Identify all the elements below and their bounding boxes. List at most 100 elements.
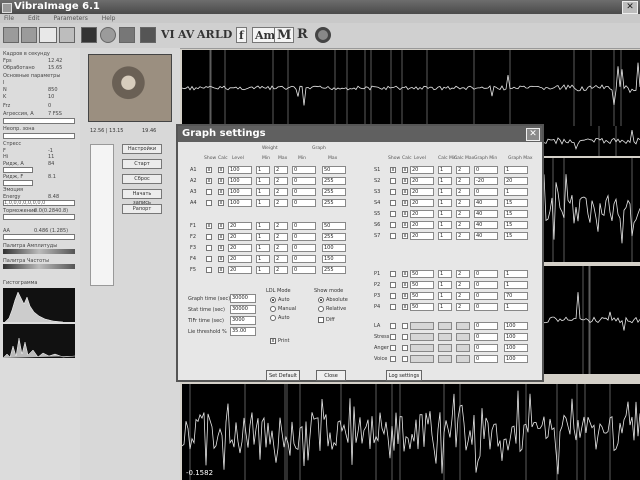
vi-button[interactable]: VI [161, 27, 175, 43]
ldl-manual-radio[interactable] [270, 306, 276, 312]
f2-w1-input[interactable]: 1 [256, 233, 270, 241]
s3-c2-input[interactable]: 2 [456, 188, 470, 196]
stat-time-input[interactable]: 30000 [230, 305, 256, 314]
s1-c1-input[interactable]: 1 [438, 166, 452, 174]
settings-button[interactable]: Настройки [122, 144, 162, 154]
f5-w2-input[interactable]: 2 [274, 266, 288, 274]
s6-g2-input[interactable]: 15 [504, 221, 528, 229]
a3-calc-checkbox[interactable]: x [218, 189, 224, 195]
settings-icon[interactable] [39, 27, 57, 43]
p4-c1-input[interactable]: 1 [438, 303, 452, 311]
s7-show-checkbox[interactable] [390, 233, 396, 239]
s2-calc-checkbox[interactable]: x [402, 178, 408, 184]
menu-help[interactable]: Help [102, 14, 116, 23]
s5-calc-checkbox[interactable]: x [402, 211, 408, 217]
a3-show-checkbox[interactable] [206, 189, 212, 195]
start-recording-button[interactable]: Начать запись [122, 189, 162, 206]
s6-g1-input[interactable]: 40 [474, 221, 498, 229]
f4-w2-input[interactable]: 2 [274, 255, 288, 263]
graph-time-input[interactable]: 30000 [230, 294, 256, 303]
l3-c2-input[interactable] [456, 344, 470, 352]
s1-c2-input[interactable]: 2 [456, 166, 470, 174]
p2-show-checkbox[interactable] [390, 282, 396, 288]
p2-level-input[interactable]: 50 [410, 281, 434, 289]
f1-calc-checkbox[interactable]: x [218, 223, 224, 229]
film-icon[interactable] [59, 27, 75, 43]
p3-calc-checkbox[interactable]: x [402, 293, 408, 299]
save-icon[interactable] [3, 27, 19, 43]
show-relative-radio[interactable] [318, 306, 324, 312]
s2-c2-input[interactable]: 2 [456, 177, 470, 185]
s4-g1-input[interactable]: 40 [474, 199, 498, 207]
a1-g2-input[interactable]: 50 [322, 166, 346, 174]
l3-show-checkbox[interactable] [390, 345, 396, 351]
f2-g2-input[interactable]: 255 [322, 233, 346, 241]
s6-calc-checkbox[interactable]: x [402, 222, 408, 228]
s7-calc-checkbox[interactable]: x [402, 233, 408, 239]
l4-g1-input[interactable]: 0 [474, 355, 498, 363]
l4-g2-input[interactable]: 100 [504, 355, 528, 363]
s4-c1-input[interactable]: 1 [438, 199, 452, 207]
s3-c1-input[interactable]: 1 [438, 188, 452, 196]
l1-c2-input[interactable] [456, 322, 470, 330]
f5-w1-input[interactable]: 1 [256, 266, 270, 274]
s6-show-checkbox[interactable] [390, 222, 396, 228]
f5-g1-input[interactable]: 0 [292, 266, 316, 274]
p4-level-input[interactable]: 50 [410, 303, 434, 311]
p4-g2-input[interactable]: 1 [504, 303, 528, 311]
f3-g2-input[interactable]: 100 [322, 244, 346, 252]
s3-g1-input[interactable]: 0 [474, 188, 498, 196]
l2-c1-input[interactable] [438, 333, 452, 341]
l4-show-checkbox[interactable] [390, 356, 396, 362]
l3-calc-checkbox[interactable] [402, 345, 408, 351]
ar-button[interactable]: AR [197, 27, 215, 43]
a4-w2-input[interactable]: 2 [274, 199, 288, 207]
s1-g2-input[interactable]: 1 [504, 166, 528, 174]
s4-show-checkbox[interactable] [390, 200, 396, 206]
disc-icon[interactable] [100, 27, 116, 43]
a4-calc-checkbox[interactable]: x [218, 200, 224, 206]
s4-level-input[interactable]: 20 [410, 199, 434, 207]
p1-level-input[interactable]: 50 [410, 270, 434, 278]
a2-w1-input[interactable]: 1 [256, 177, 270, 185]
menu-edit[interactable]: Edit [28, 14, 40, 23]
report-button[interactable]: Рапорт [122, 204, 162, 214]
p2-c1-input[interactable]: 1 [438, 281, 452, 289]
p2-c2-input[interactable]: 2 [456, 281, 470, 289]
s3-level-input[interactable]: 20 [410, 188, 434, 196]
s5-show-checkbox[interactable] [390, 211, 396, 217]
s4-c2-input[interactable]: 2 [456, 199, 470, 207]
a1-w2-input[interactable]: 2 [274, 166, 288, 174]
p1-g1-input[interactable]: 0 [474, 270, 498, 278]
s7-g2-input[interactable]: 15 [504, 232, 528, 240]
p3-level-input[interactable]: 50 [410, 292, 434, 300]
l2-calc-checkbox[interactable] [402, 334, 408, 340]
f3-show-checkbox[interactable] [206, 245, 212, 251]
start-button[interactable]: Старт [122, 159, 162, 169]
lie-threshold-input[interactable]: 35.00 [230, 327, 256, 336]
s5-c1-input[interactable]: 1 [438, 210, 452, 218]
s1-calc-checkbox[interactable]: x [402, 167, 408, 173]
p4-calc-checkbox[interactable]: x [402, 304, 408, 310]
l4-c2-input[interactable] [456, 355, 470, 363]
l1-show-checkbox[interactable] [390, 323, 396, 329]
print-checkbox[interactable]: x [270, 338, 276, 344]
f4-calc-checkbox[interactable]: x [218, 256, 224, 262]
set-default-button[interactable]: Set Default [266, 370, 300, 381]
l1-g1-input[interactable]: 0 [474, 322, 498, 330]
f1-level-input[interactable]: 20 [228, 222, 252, 230]
l3-g2-input[interactable]: 100 [504, 344, 528, 352]
s3-g2-input[interactable]: 1 [504, 188, 528, 196]
f3-w2-input[interactable]: 2 [274, 244, 288, 252]
close-dialog-button[interactable]: Close [316, 370, 346, 381]
s2-show-checkbox[interactable] [390, 178, 396, 184]
s7-g1-input[interactable]: 40 [474, 232, 498, 240]
f2-show-checkbox[interactable] [206, 234, 212, 240]
a3-w1-input[interactable]: 1 [256, 188, 270, 196]
monitor-icon[interactable] [119, 27, 135, 43]
s5-level-input[interactable]: 20 [410, 210, 434, 218]
p2-g2-input[interactable]: 1 [504, 281, 528, 289]
l4-c1-input[interactable] [438, 355, 452, 363]
record-icon[interactable] [315, 27, 331, 43]
s7-c1-input[interactable]: 1 [438, 232, 452, 240]
